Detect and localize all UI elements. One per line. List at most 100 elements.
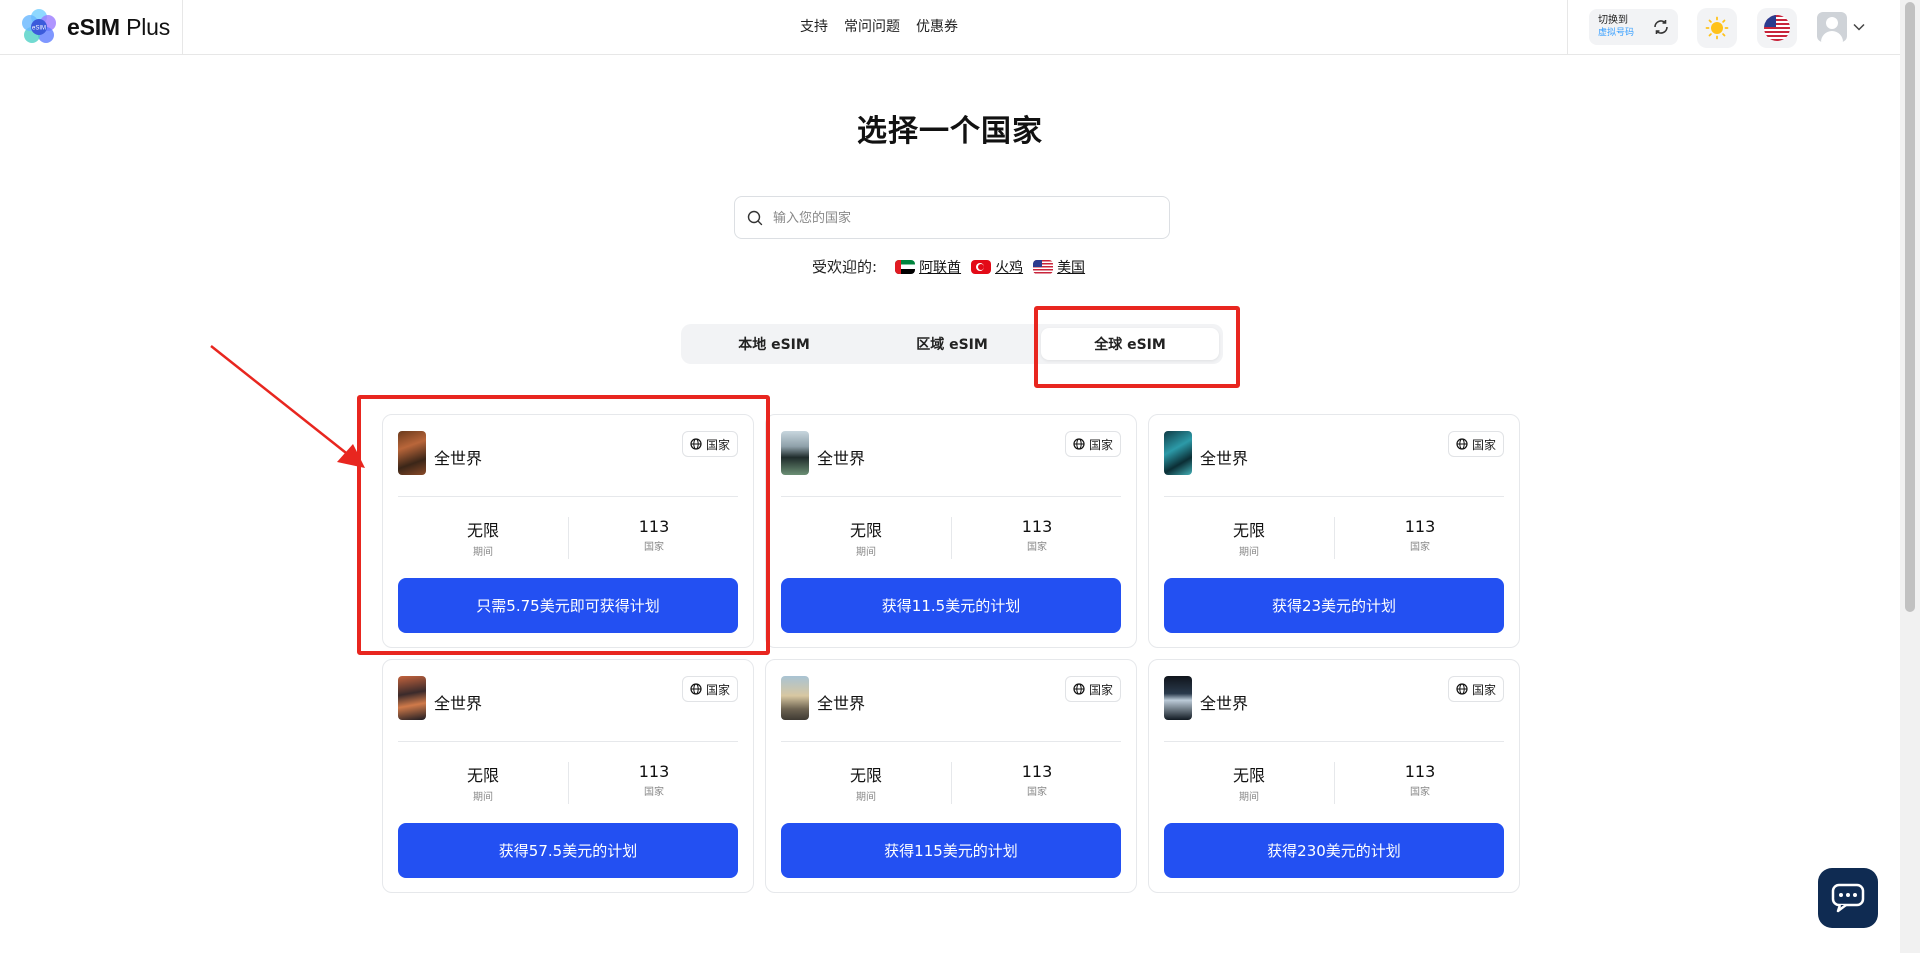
globe-icon xyxy=(690,438,702,450)
nav-coupons-link[interactable]: 优惠券 xyxy=(916,16,958,36)
country-search xyxy=(734,196,1170,239)
duration-stat: 无限 期间 xyxy=(781,762,951,803)
tab-local-esim[interactable]: 本地 eSIM xyxy=(685,328,863,360)
plan-name: 全世界 xyxy=(1200,449,1249,468)
esim-plus-logo-icon: eSIM xyxy=(20,8,58,46)
plan-name: 全世界 xyxy=(817,694,866,713)
plan-thumbnail xyxy=(398,676,426,720)
chat-support-button[interactable] xyxy=(1818,868,1878,928)
get-plan-button[interactable]: 只需5.75美元即可获得计划 xyxy=(398,578,738,633)
popular-country-turkey[interactable]: 火鸡 xyxy=(971,257,1023,277)
header-divider xyxy=(182,0,183,55)
search-input[interactable] xyxy=(773,205,1153,231)
countries-value: 113 xyxy=(1021,517,1053,536)
plan-cards-grid: 全世界 国家 无限 期间 113 国家 只需5.75美元即可获得计划 全世界 国… xyxy=(382,414,1524,893)
duration-stat: 无限 期间 xyxy=(781,517,951,558)
countries-label: 国家 xyxy=(1027,542,1047,553)
plan-name: 全世界 xyxy=(434,449,483,468)
divider xyxy=(781,741,1121,742)
plan-card: 全世界 国家 无限 期间 113 国家 只需5.75美元即可获得计划 xyxy=(382,414,754,648)
get-plan-button[interactable]: 获得230美元的计划 xyxy=(1164,823,1504,878)
avatar xyxy=(1817,12,1847,42)
duration-stat: 无限 期间 xyxy=(1164,517,1334,558)
switch-text: 切换到 虚拟号码 xyxy=(1598,15,1634,39)
page-title: 选择一个国家 xyxy=(857,114,1043,149)
tab-regional-esim[interactable]: 区域 eSIM xyxy=(863,328,1041,360)
countries-badge[interactable]: 国家 xyxy=(1064,431,1121,457)
popular-country-usa[interactable]: 美国 xyxy=(1033,257,1085,277)
globe-icon xyxy=(1456,438,1468,450)
annotation-arrow-icon xyxy=(210,345,365,468)
countries-badge[interactable]: 国家 xyxy=(681,676,738,702)
plan-name: 全世界 xyxy=(434,694,483,713)
plan-name: 全世界 xyxy=(817,449,866,468)
plan-name: 全世界 xyxy=(1200,694,1249,713)
countries-badge[interactable]: 国家 xyxy=(1447,431,1504,457)
countries-label: 国家 xyxy=(644,787,664,798)
countries-stat: 113 国家 xyxy=(569,517,739,553)
divider xyxy=(1164,741,1504,742)
duration-value: 无限 xyxy=(1232,766,1265,785)
plan-thumbnail xyxy=(781,676,809,720)
badge-label: 国家 xyxy=(1471,437,1496,452)
countries-label: 国家 xyxy=(1410,542,1430,553)
duration-value: 无限 xyxy=(466,766,499,785)
sun-icon xyxy=(1705,16,1729,40)
logo-link[interactable]: eSIM eSIM Plus xyxy=(20,8,170,46)
countries-stat: 113 国家 xyxy=(1335,762,1505,798)
duration-label: 期间 xyxy=(1239,792,1259,803)
countries-badge[interactable]: 国家 xyxy=(681,431,738,457)
get-plan-button[interactable]: 获得23美元的计划 xyxy=(1164,578,1504,633)
nav-support-link[interactable]: 支持 xyxy=(800,16,828,36)
countries-badge[interactable]: 国家 xyxy=(1064,676,1121,702)
user-menu-button[interactable] xyxy=(1817,12,1865,42)
esim-type-tabs: 本地 eSIM 区域 eSIM 全球 eSIM xyxy=(681,324,1223,364)
theme-toggle-button[interactable] xyxy=(1697,8,1737,48)
uae-flag-icon xyxy=(895,259,916,274)
duration-label: 期间 xyxy=(856,547,876,558)
countries-label: 国家 xyxy=(1410,787,1430,798)
main-nav: 支持 常问问题 优惠券 xyxy=(800,16,958,36)
search-icon xyxy=(747,210,763,226)
us-flag-icon xyxy=(1764,15,1790,41)
plan-thumbnail xyxy=(1164,676,1192,720)
nav-faq-link[interactable]: 常问问题 xyxy=(844,16,900,36)
us-flag-icon xyxy=(1033,259,1054,274)
top-header: eSIM eSIM Plus 支持 常问问题 优惠券 切换到 虚拟号码 xyxy=(0,0,1900,55)
duration-value: 无限 xyxy=(849,521,882,540)
tab-global-esim[interactable]: 全球 eSIM xyxy=(1041,328,1219,360)
scrollbar-thumb[interactable] xyxy=(1905,2,1915,612)
plan-card: 全世界 国家 无限 期间 113 国家 获得11.5美元的计划 xyxy=(765,414,1137,648)
app-root: eSIM eSIM Plus 支持 常问问题 优惠券 切换到 虚拟号码 选择一个… xyxy=(0,0,1920,953)
popular-countries: 受欢迎的: 阿联酋 火鸡 美国 xyxy=(812,256,1095,277)
plan-card: 全世界 国家 无限 期间 113 国家 获得115美元的计划 xyxy=(765,659,1137,893)
countries-stat: 113 国家 xyxy=(952,762,1122,798)
badge-label: 国家 xyxy=(705,437,730,452)
language-selector-button[interactable] xyxy=(1757,8,1797,48)
duration-stat: 无限 期间 xyxy=(1164,762,1334,803)
badge-label: 国家 xyxy=(705,682,730,697)
countries-label: 国家 xyxy=(644,542,664,553)
globe-icon xyxy=(1073,683,1085,695)
popular-label: 受欢迎的: xyxy=(812,258,878,276)
duration-label: 期间 xyxy=(1239,547,1259,558)
countries-value: 113 xyxy=(638,517,670,536)
badge-label: 国家 xyxy=(1088,682,1113,697)
divider xyxy=(398,741,738,742)
logo-text: eSIM Plus xyxy=(67,13,171,40)
countries-stat: 113 国家 xyxy=(1335,517,1505,553)
popular-country-uae[interactable]: 阿联酋 xyxy=(895,257,961,277)
globe-icon xyxy=(690,683,702,695)
countries-badge[interactable]: 国家 xyxy=(1447,676,1504,702)
plan-thumbnail xyxy=(398,431,426,475)
svg-text:eSIM: eSIM xyxy=(32,26,46,32)
duration-stat: 无限 期间 xyxy=(398,762,568,803)
plan-thumbnail xyxy=(781,431,809,475)
duration-stat: 无限 期间 xyxy=(398,517,568,558)
switch-title: 切换到 xyxy=(1598,15,1628,26)
get-plan-button[interactable]: 获得11.5美元的计划 xyxy=(781,578,1121,633)
get-plan-button[interactable]: 获得115美元的计划 xyxy=(781,823,1121,878)
switch-to-virtual-number-button[interactable]: 切换到 虚拟号码 xyxy=(1589,9,1678,45)
page-scrollbar[interactable] xyxy=(1900,0,1920,953)
get-plan-button[interactable]: 获得57.5美元的计划 xyxy=(398,823,738,878)
